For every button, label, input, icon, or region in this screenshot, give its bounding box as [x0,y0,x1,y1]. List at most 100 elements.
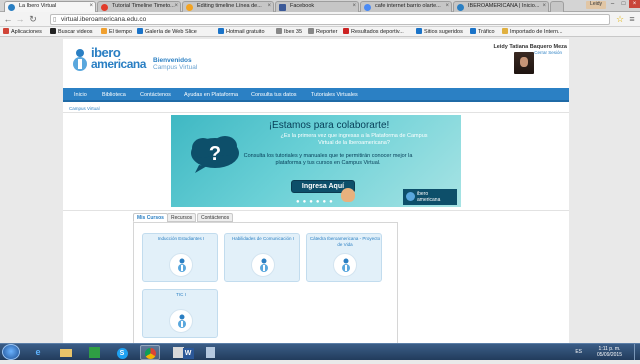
course-card[interactable]: Inducción Estudiantes I [142,233,218,282]
banner-title: ¡Estamos para colaborarte! [268,120,390,131]
tab-mis-cursos[interactable]: Mis Cursos [133,213,168,222]
file-explorer-icon[interactable] [56,345,76,360]
close-icon[interactable]: × [174,3,178,9]
chrome-icon[interactable] [140,345,160,360]
browser-tab[interactable]: Editing timeline Línea de... × [182,1,274,12]
reload-icon[interactable]: ↻ [28,14,38,24]
hotmail-icon [218,28,224,34]
bookmark-item[interactable]: El tiempo [101,28,132,36]
course-card[interactable]: Cátedra Iberoamericana - Proyecto de Vid… [306,233,382,282]
course-list: Inducción Estudiantes I Habilidades de C… [133,222,398,343]
maximize-icon[interactable]: □ [618,0,629,8]
logo-text: americana [91,57,146,71]
browser-toolbar: ← → ↻ ▯ virtual.iberoamericana.edu.co ☆ … [0,12,640,27]
menu-item-inicio[interactable]: Inicio [74,92,87,98]
ibero-logo-icon[interactable] [71,48,89,72]
bookmark-item[interactable]: Reporter [308,28,337,36]
menu-item-consulta[interactable]: Consulta tus datos [251,92,297,98]
start-button[interactable] [2,344,20,360]
tab-contactenos[interactable]: Contáctenos [197,213,234,222]
new-tab-button[interactable] [550,1,564,12]
browser-tab[interactable]: cafe internet barrio olarte... × [360,1,452,12]
avatar [514,52,534,74]
app-icon[interactable] [200,345,220,360]
bookmark-item[interactable]: Importado de Intern... [502,28,563,36]
close-icon[interactable]: × [352,3,356,9]
bookmark-label: Galería de Web Slice [145,29,197,35]
page-icon [276,28,282,34]
browser-tab[interactable]: La Ibero Virtual × [4,1,96,12]
bookmark-label: Resultados deportiv... [351,29,404,35]
bookmark-item[interactable]: Tráfico [470,28,495,36]
minimize-icon[interactable]: – [607,0,618,8]
forward-icon[interactable]: → [15,14,25,24]
banner-logo-text: americana [417,197,441,203]
menu-item-tutoriales[interactable]: Tutoriales Virtuales [311,92,358,98]
back-icon[interactable]: ← [3,14,13,24]
bookmark-label: Tráfico [478,29,495,35]
show-desktop-button[interactable] [634,344,640,360]
course-icon [169,309,193,333]
close-icon[interactable]: × [542,3,546,9]
star-icon[interactable]: ☆ [615,14,625,24]
divider [63,210,569,211]
address-bar[interactable]: ▯ virtual.iberoamericana.edu.co [50,14,610,25]
tab-title: La Ibero Virtual [19,3,57,9]
bookmark-item[interactable]: Buscar videos [50,28,93,36]
ibero-logo-icon [406,192,415,201]
youtube-icon [101,4,108,11]
store-icon[interactable] [84,345,104,360]
help-banner[interactable]: ? ¡Estamos para colaborarte! ¿Es la prim… [171,115,461,207]
bookmark-label: Importado de Intern... [510,29,563,35]
bookmarks-bar: Aplicaciones Buscar videos El tiempo Gal… [0,27,640,37]
menu-item-biblioteca[interactable]: Biblioteca [102,92,126,98]
bookmark-label: Buscar videos [58,29,93,35]
clock[interactable]: 1:11 p. m. 05/09/2015 [597,346,622,358]
facebook-icon [279,4,286,11]
word-icon[interactable]: W [178,345,198,360]
language-indicator[interactable]: ES [575,349,582,355]
url-text: virtual.iberoamericana.edu.co [61,16,147,23]
search-icon [364,4,371,11]
tab-title: Tutorial Timeline Timeto... [112,3,175,9]
close-icon[interactable]: × [445,3,449,9]
course-icon [333,253,357,277]
close-window-icon[interactable]: × [629,0,640,8]
menu-item-contactenos[interactable]: Contáctenos [140,92,171,98]
skype-icon[interactable]: S [112,345,132,360]
profile-name[interactable]: Leidy [586,1,606,9]
bookmark-item[interactable]: Sitios sugeridos [416,28,463,36]
browser-tab[interactable]: Tutorial Timeline Timeto... × [97,1,181,12]
video-icon [50,28,56,34]
bookmark-item[interactable]: Resultados deportiv... [343,28,404,36]
logout-link[interactable]: Cerrar Sesión [534,50,562,55]
content-panel: ibero americana Bienvenidos Campus Virtu… [63,39,569,343]
site-header: ibero americana Bienvenidos Campus Virtu… [63,39,569,87]
course-card[interactable]: TIC I [142,289,218,338]
browser-tab[interactable]: IBEROAMERICANA | Inicio... × [453,1,549,12]
menu-item-ayudas[interactable]: Ayudas en Plataforma [184,92,238,98]
browser-tab[interactable]: Facebook × [275,1,359,12]
traffic-icon [470,28,476,34]
tab-title: IBEROAMERICANA | Inicio... [468,3,540,9]
bookmark-item[interactable]: Galería de Web Slice [137,28,197,36]
bookmark-item[interactable]: Aplicaciones [3,28,42,36]
menu-icon[interactable]: ≡ [627,14,637,24]
main-menu: Inicio Biblioteca Contáctenos Ayudas en … [63,88,569,102]
bookmark-item[interactable]: Ibex 35 [276,28,302,36]
bookmark-item[interactable]: Hotmail gratuito [218,28,265,36]
course-card[interactable]: Habilidades de Comunicación I [224,233,300,282]
web-page: ibero americana Bienvenidos Campus Virtu… [0,37,640,343]
bookmark-label: Sitios sugeridos [424,29,463,35]
tab-recursos[interactable]: Recursos [167,213,197,222]
campus-subtitle: Campus Virtual [153,64,198,71]
carousel-dots[interactable]: ●●●●●● [296,199,336,205]
close-icon[interactable]: × [89,3,93,9]
close-icon[interactable]: × [267,3,271,9]
internet-explorer-icon[interactable]: e [28,345,48,360]
page-icon [308,28,314,34]
browser-tab-strip: La Ibero Virtual × Tutorial Timeline Tim… [0,0,640,12]
banner-logo: ibero americana [403,189,457,205]
breadcrumb[interactable]: Campus Virtual [69,106,100,111]
course-title: TIC I [176,292,186,297]
